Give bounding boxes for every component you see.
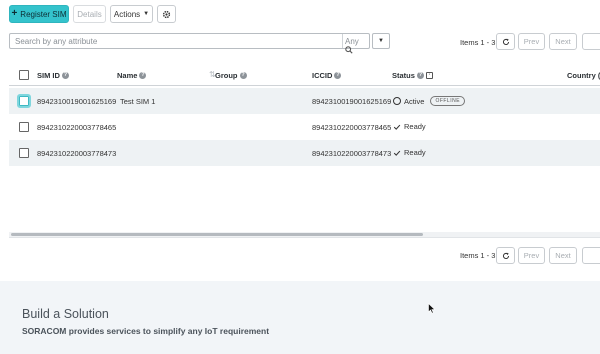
header-name[interactable]: Name ? bbox=[117, 71, 147, 80]
search-scope[interactable]: Any bbox=[345, 37, 369, 55]
table-row[interactable]: 8942310019001625169 Test SIM 1 894231001… bbox=[9, 88, 600, 114]
settings-button[interactable] bbox=[157, 5, 176, 23]
section-title: Build a Solution bbox=[22, 307, 109, 321]
status-label: Ready bbox=[404, 148, 426, 157]
header-sim-id[interactable]: SIM ID ? bbox=[37, 71, 69, 80]
prev-label: Prev bbox=[523, 37, 540, 46]
cell-sim-id[interactable]: 8942310220003778473 bbox=[37, 149, 116, 158]
build-solution-section: Build a Solution SORACOM provides servic… bbox=[0, 281, 600, 354]
table-row[interactable]: 8942310220003778473 8942310220003778473 … bbox=[9, 140, 600, 166]
search-divider bbox=[342, 34, 343, 48]
register-sim-label: Register SIM bbox=[20, 9, 67, 19]
register-sim-button[interactable]: + Register SIM bbox=[9, 5, 69, 23]
search-options-dropdown[interactable]: ▼ bbox=[372, 33, 390, 49]
cell-sim-id[interactable]: 8942310019001625169 bbox=[37, 97, 116, 106]
checkmark-icon bbox=[393, 150, 401, 156]
horizontal-scrollbar-thumb[interactable] bbox=[11, 233, 423, 236]
cell-iccid: 8942310019001625169 bbox=[312, 97, 392, 106]
header-name-label: Name bbox=[117, 71, 138, 80]
search-icon bbox=[345, 46, 353, 54]
row-checkbox[interactable] bbox=[17, 94, 31, 108]
gear-icon bbox=[162, 10, 171, 18]
header-sim-id-label: SIM ID bbox=[37, 71, 60, 80]
table-bottom-divider bbox=[9, 237, 600, 238]
header-group[interactable]: Group ? bbox=[215, 71, 247, 80]
select-all-checkbox[interactable] bbox=[19, 70, 29, 80]
cell-status: Ready bbox=[393, 148, 426, 157]
details-label: Details bbox=[77, 9, 102, 19]
extra-pager-button-top[interactable] bbox=[582, 33, 600, 50]
status-label: Ready bbox=[404, 122, 426, 131]
cell-name[interactable]: Test SIM 1 bbox=[120, 97, 155, 106]
actions-label: Actions bbox=[113, 9, 141, 19]
header-iccid[interactable]: ICCID ? bbox=[312, 71, 342, 80]
search-box: Any bbox=[9, 33, 370, 54]
table-row[interactable]: 8942310220003778465 8942310220003778465 … bbox=[9, 114, 600, 140]
plus-icon: + bbox=[11, 8, 18, 19]
checkmark-icon bbox=[393, 124, 401, 130]
search-input[interactable] bbox=[15, 34, 340, 48]
refresh-icon bbox=[502, 252, 509, 259]
cell-status: Active OFFLINE bbox=[393, 96, 466, 106]
caret-down-icon: ▼ bbox=[378, 38, 384, 44]
sort-icon[interactable]: ⇅ bbox=[209, 70, 216, 79]
status-ring-icon bbox=[393, 97, 401, 105]
status-badge: OFFLINE bbox=[430, 96, 466, 106]
items-count-top: Items 1 - 3 bbox=[460, 38, 496, 47]
prev-button-bottom[interactable]: Prev bbox=[518, 247, 545, 264]
section-subtitle: SORACOM provides services to simplify an… bbox=[22, 326, 270, 336]
details-button[interactable]: Details bbox=[73, 5, 106, 23]
refresh-icon bbox=[502, 38, 509, 45]
refresh-button-bottom[interactable] bbox=[496, 247, 515, 264]
help-icon: ? bbox=[61, 72, 69, 79]
help-icon: ? bbox=[139, 72, 147, 79]
cell-iccid: 8942310220003778465 bbox=[312, 123, 392, 132]
actions-button[interactable]: Actions ▼ bbox=[110, 5, 153, 23]
header-country[interactable]: Country ( bbox=[567, 71, 600, 80]
mouse-cursor-icon bbox=[428, 303, 436, 314]
header-iccid-label: ICCID bbox=[312, 71, 333, 80]
header-group-label: Group bbox=[215, 71, 238, 80]
header-status[interactable]: Status ? · bbox=[392, 71, 433, 80]
cell-iccid: 8942310220003778473 bbox=[312, 149, 392, 158]
next-label: Next bbox=[555, 251, 571, 260]
refresh-button-top[interactable] bbox=[496, 33, 515, 50]
header-country-label: Country ( bbox=[567, 71, 600, 80]
search-scope-label: Any bbox=[345, 37, 359, 46]
cell-status: Ready bbox=[393, 122, 426, 131]
next-button-bottom[interactable]: Next bbox=[549, 247, 577, 264]
status-label: Active bbox=[404, 96, 425, 106]
help-icon: ? bbox=[239, 72, 247, 79]
header-status-label: Status bbox=[392, 71, 415, 80]
table-header: SIM ID ? Name ? ⇅ Group ? ICCID ? Status… bbox=[9, 64, 600, 86]
next-label: Next bbox=[555, 37, 571, 46]
prev-button-top[interactable]: Prev bbox=[518, 33, 545, 50]
help-icon: ? bbox=[334, 72, 342, 79]
next-button-top[interactable]: Next bbox=[549, 33, 577, 50]
extra-pager-button-bottom[interactable] bbox=[582, 247, 600, 264]
row-checkbox[interactable] bbox=[19, 122, 29, 132]
row-checkbox[interactable] bbox=[19, 148, 29, 158]
cell-sim-id[interactable]: 8942310220003778465 bbox=[37, 123, 116, 132]
help-icon: ? bbox=[416, 72, 424, 79]
status-filter-icon[interactable]: · bbox=[425, 72, 433, 79]
items-count-bottom: Items 1 - 3 bbox=[460, 251, 496, 260]
prev-label: Prev bbox=[523, 251, 540, 260]
caret-down-icon: ▼ bbox=[143, 11, 150, 17]
